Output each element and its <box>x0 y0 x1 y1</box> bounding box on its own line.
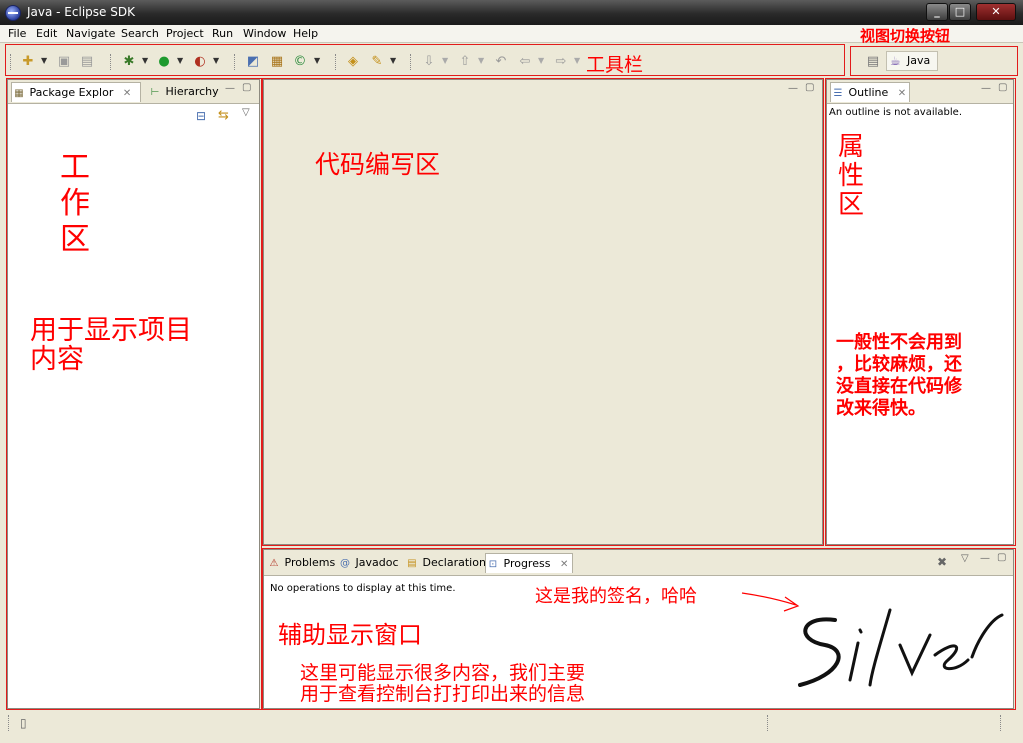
java-perspective-button[interactable]: ☕ Java <box>886 51 938 71</box>
java-perspective-icon: ☕ <box>890 54 901 68</box>
menu-navigate[interactable]: Navigate <box>66 27 115 40</box>
title-bar: Java - Eclipse SDK _ □ ✕ <box>0 0 1023 25</box>
workspace-annotation: 工 作 区 <box>60 150 90 257</box>
workspace-description: 用于显示项目 内容 <box>30 315 192 375</box>
signature-silver <box>798 608 1004 687</box>
open-perspective-icon[interactable]: ▤ <box>865 54 881 70</box>
properties-description: 一般性不会用到 ，比较麻烦，还 没直接在代码修 改来得快。 <box>836 332 962 419</box>
aux-window-annotation: 辅助显示窗口 <box>278 621 422 649</box>
menu-project[interactable]: Project <box>166 27 204 40</box>
menu-window[interactable]: Window <box>243 27 286 40</box>
workspace-highlight <box>6 78 262 710</box>
java-perspective-label: Java <box>907 54 931 67</box>
window-title: Java - Eclipse SDK <box>27 5 135 19</box>
signature-note: 这是我的签名，哈哈 <box>535 586 697 607</box>
properties-annotation: 属 性 区 <box>838 132 865 220</box>
eclipse-icon <box>5 5 21 21</box>
fast-view-icon[interactable]: ▯ <box>20 716 27 730</box>
menu-search[interactable]: Search <box>121 27 159 40</box>
signature-drawing <box>741 592 1004 687</box>
toolbar-annotation: 工具栏 <box>586 54 644 76</box>
perspective-annotation: 视图切换按钮 <box>860 27 951 45</box>
editor-annotation: 代码编写区 <box>315 150 441 179</box>
status-grip[interactable] <box>767 715 769 731</box>
minimize-button[interactable]: _ <box>926 3 948 21</box>
menu-help[interactable]: Help <box>293 27 318 40</box>
menu-run[interactable]: Run <box>212 27 233 40</box>
close-button[interactable]: ✕ <box>976 3 1016 21</box>
status-grip[interactable] <box>1000 715 1002 731</box>
toolbar-highlight <box>5 44 845 76</box>
menu-file[interactable]: File <box>8 27 26 40</box>
status-bar: ▯ <box>0 711 1023 743</box>
menu-edit[interactable]: Edit <box>36 27 57 40</box>
aux-window-description: 这里可能显示很多内容，我们主要 用于查看控制台打打印出来的信息 <box>300 662 586 705</box>
status-grip[interactable] <box>8 715 10 731</box>
maximize-button[interactable]: □ <box>949 3 971 21</box>
